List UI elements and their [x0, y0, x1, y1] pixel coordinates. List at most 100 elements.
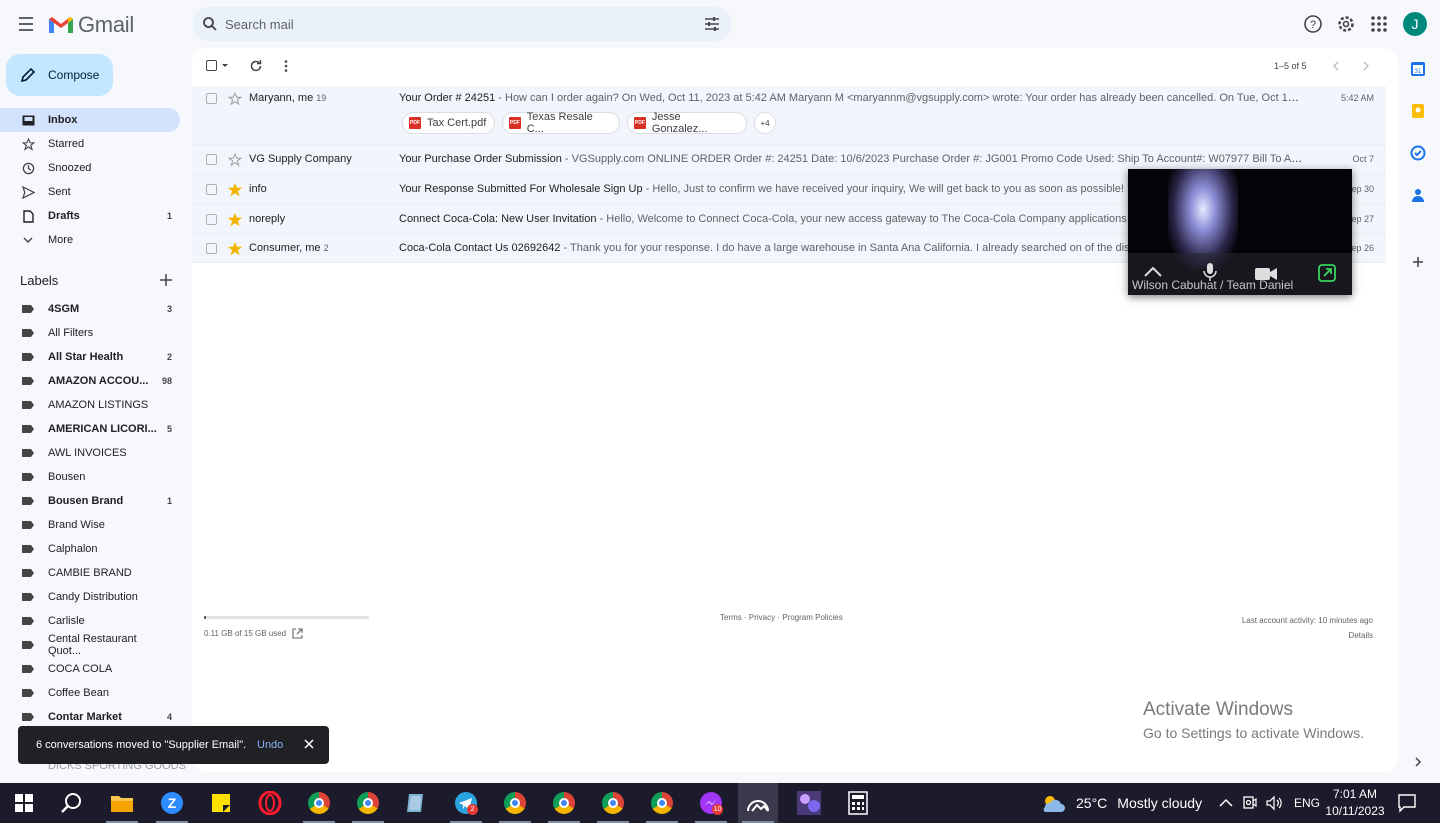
compose-button[interactable]: Compose [6, 54, 113, 96]
create-label-button[interactable] [158, 272, 174, 288]
chrome-icon[interactable] [348, 783, 388, 823]
messenger-icon[interactable]: 10 [691, 783, 731, 823]
email-row[interactable]: Maryann, me 19 Your Order # 24251 - How c… [192, 86, 1386, 145]
taskbar-search-icon[interactable] [52, 783, 92, 823]
label-item[interactable]: Bousen [0, 465, 180, 489]
file-explorer-icon[interactable] [102, 783, 142, 823]
chrome-profile-icon[interactable] [495, 783, 535, 823]
video-call-overlay[interactable]: Wilson Cabuhat / Team Daniel [1128, 169, 1352, 295]
label-item[interactable]: AWL INVOICES [0, 441, 180, 465]
star-icon[interactable] [228, 153, 242, 167]
sidebar-item-drafts[interactable]: Drafts 1 [0, 204, 180, 228]
gmail-logo[interactable]: Gmail [48, 12, 134, 38]
email-subject: Connect Coca-Cola: New User Invitation [399, 213, 597, 225]
label-item[interactable]: Carlisle [0, 609, 180, 633]
row-checkbox[interactable] [206, 154, 217, 165]
expand-side-panel-icon[interactable] [1410, 754, 1428, 772]
camera-in-use-icon[interactable] [1243, 795, 1257, 811]
sidebar-item-starred[interactable]: Starred [0, 132, 180, 156]
app-blue-icon[interactable] [396, 783, 436, 823]
get-addons-icon[interactable] [1410, 254, 1428, 272]
search-bar[interactable]: Search mail [192, 7, 732, 41]
share-screen-icon[interactable] [1318, 264, 1336, 282]
label-item[interactable]: AMERICAN LICORI... 5 [0, 417, 180, 441]
refresh-icon[interactable] [249, 59, 263, 73]
weather-widget[interactable]: 25°C Mostly cloudy [1040, 783, 1202, 823]
open-external-icon[interactable] [292, 628, 303, 639]
label-item[interactable]: All Star Health 2 [0, 345, 180, 369]
chrome-profile-icon[interactable] [642, 783, 682, 823]
label-item[interactable]: Brand Wise [0, 513, 180, 537]
avatar[interactable]: J [1403, 12, 1427, 36]
keep-icon[interactable] [1410, 103, 1428, 121]
sticky-notes-icon[interactable] [201, 783, 241, 823]
attachment-chip[interactable]: PDF Jesse Gonzalez... [627, 111, 747, 135]
label-name: AMAZON LISTINGS [48, 399, 149, 411]
sidebar-item-inbox[interactable]: Inbox [0, 108, 180, 132]
zoom-app-icon[interactable]: Z [152, 783, 192, 823]
footer-links[interactable]: Terms · Privacy · Program Policies [720, 613, 843, 622]
calculator-icon[interactable] [838, 783, 878, 823]
label-item[interactable]: 4SGM 3 [0, 297, 180, 321]
more-attachments-button[interactable]: +4 [754, 112, 776, 134]
contacts-icon[interactable] [1410, 187, 1428, 205]
star-icon[interactable] [228, 213, 242, 227]
chrome-profile-icon[interactable] [593, 783, 633, 823]
chrome-icon[interactable] [299, 783, 339, 823]
attachment-chip[interactable]: PDF Texas Resale C... [502, 111, 620, 135]
speaker-icon[interactable] [1266, 795, 1284, 811]
main-menu-button[interactable] [16, 12, 40, 36]
clock[interactable]: 7:01 AM 10/11/2023 [1320, 786, 1390, 820]
row-checkbox[interactable] [206, 93, 217, 104]
sidebar-item-snoozed[interactable]: Snoozed [0, 156, 180, 180]
cloudy-icon [1043, 796, 1065, 812]
row-checkbox[interactable] [206, 243, 217, 254]
details-link[interactable]: Details [1200, 628, 1373, 643]
next-page-icon[interactable] [1360, 61, 1372, 71]
chrome-profile-icon[interactable] [544, 783, 584, 823]
label-tag-icon [20, 665, 36, 673]
notification-center-icon[interactable] [1397, 793, 1417, 813]
more-options-icon[interactable] [280, 59, 292, 73]
help-icon[interactable]: ? [1302, 13, 1324, 35]
label-item[interactable]: COCA COLA [0, 657, 180, 681]
calendar-icon[interactable]: 31 [1410, 61, 1428, 79]
language-indicator[interactable]: ENG [1294, 796, 1320, 810]
label-item[interactable]: Candy Distribution [0, 585, 180, 609]
label-item[interactable]: Calphalon [0, 537, 180, 561]
star-icon[interactable] [228, 242, 242, 256]
row-checkbox[interactable] [206, 214, 217, 225]
search-input[interactable]: Search mail [225, 17, 294, 32]
photos-app-icon[interactable] [738, 783, 778, 823]
label-item[interactable]: Bousen Brand 1 [0, 489, 180, 513]
label-item[interactable]: AMAZON LISTINGS [0, 393, 180, 417]
label-item[interactable]: Cental Restaurant Quot... [0, 633, 180, 657]
apps-grid-icon[interactable] [1368, 13, 1390, 35]
label-item[interactable]: Coffee Bean [0, 681, 180, 705]
sidebar-item-more[interactable]: More [0, 228, 180, 252]
label-item[interactable]: AMAZON ACCOU... 98 [0, 369, 180, 393]
row-checkbox[interactable] [206, 184, 217, 195]
label-name: Bousen [48, 471, 86, 483]
search-options-icon[interactable] [704, 16, 720, 32]
star-icon[interactable] [228, 183, 242, 197]
chevron-up-icon[interactable] [1143, 266, 1163, 278]
opera-icon[interactable] [250, 783, 290, 823]
windows-start-icon[interactable] [4, 783, 44, 823]
image-thumbnail-icon[interactable] [789, 783, 829, 823]
tasks-icon[interactable] [1410, 145, 1428, 163]
search-icon[interactable] [202, 16, 218, 32]
attachment-chip[interactable]: PDF Tax Cert.pdf [402, 112, 496, 134]
chevron-up-icon[interactable] [1218, 798, 1234, 808]
select-all-checkbox[interactable] [206, 60, 230, 72]
undo-button[interactable]: Undo [257, 739, 283, 751]
settings-gear-icon[interactable] [1335, 13, 1357, 35]
telegram-icon[interactable]: 2 [446, 783, 486, 823]
label-item[interactable]: CAMBIE BRAND [0, 561, 180, 585]
close-icon[interactable] [304, 739, 314, 749]
storage-text: 0.11 GB of 15 GB used [204, 629, 287, 638]
label-item[interactable]: All Filters [0, 321, 180, 345]
star-icon[interactable] [228, 92, 242, 106]
prev-page-icon[interactable] [1330, 61, 1342, 71]
sidebar-item-sent[interactable]: Sent [0, 180, 180, 204]
